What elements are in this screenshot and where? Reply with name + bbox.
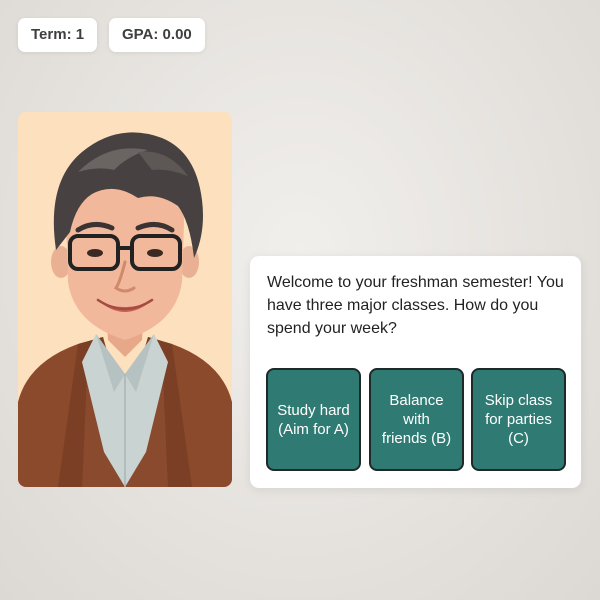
dialog-panel: Welcome to your freshman semester! You h… xyxy=(250,256,581,488)
dialog-message: Welcome to your freshman semester! You h… xyxy=(267,274,564,337)
character-portrait xyxy=(18,112,232,487)
choice-balance-button[interactable]: Balance with friends (B) xyxy=(369,368,464,471)
term-counter: Term: 1 xyxy=(18,18,97,52)
choice-skip-class-button[interactable]: Skip class for parties (C) xyxy=(471,368,566,471)
professor-portrait-icon xyxy=(18,112,232,487)
choice-study-hard-button[interactable]: Study hard (Aim for A) xyxy=(266,368,361,471)
gpa-counter: GPA: 0.00 xyxy=(109,18,205,52)
